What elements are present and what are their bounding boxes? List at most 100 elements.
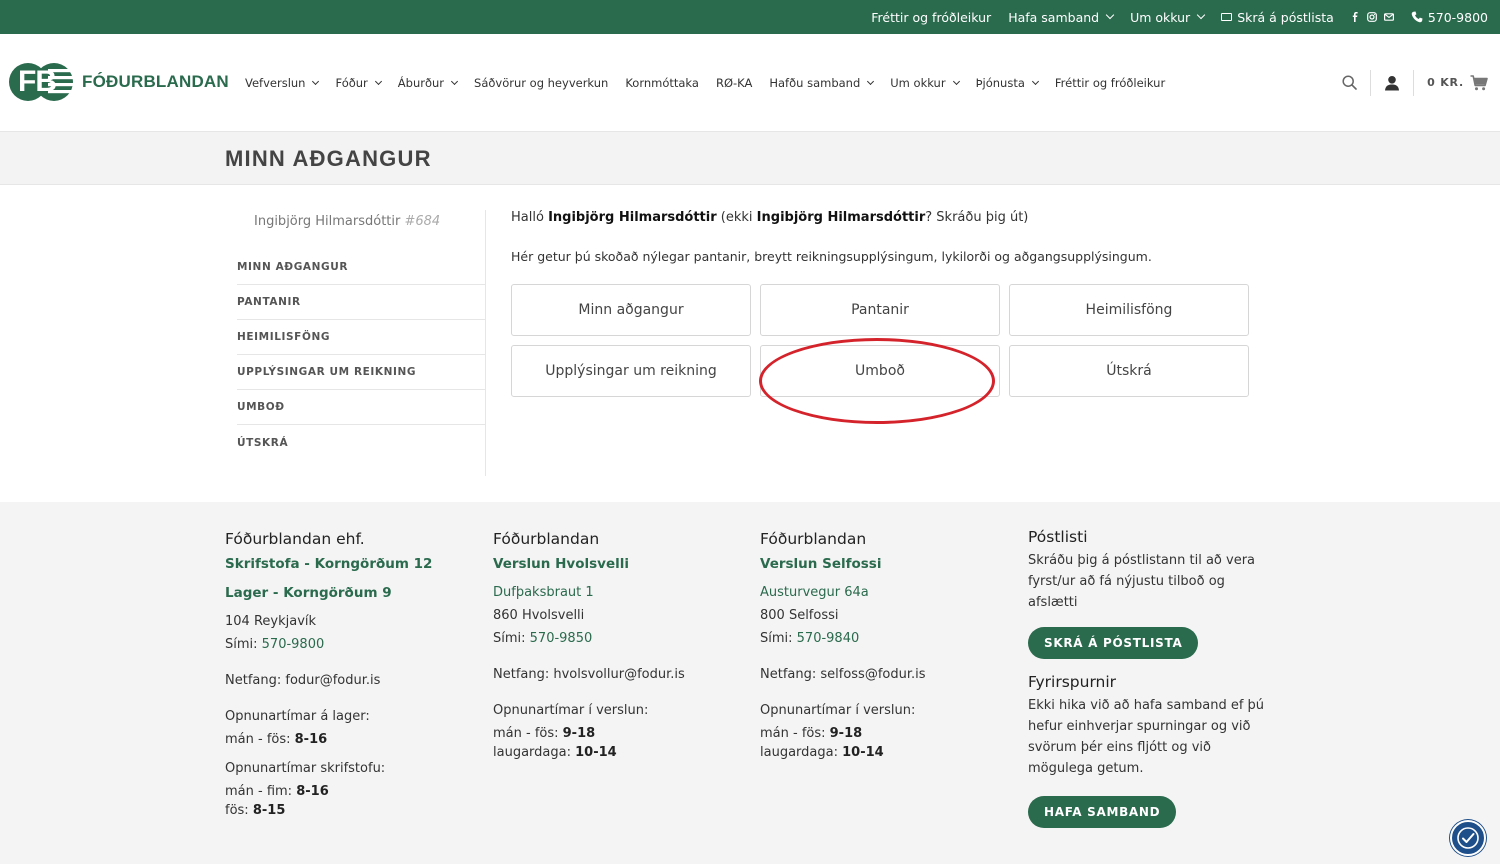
hours-time: 8-16: [294, 732, 328, 747]
nav-item-hafdu-samband[interactable]: Hafðu samband: [769, 76, 875, 90]
page-title-band: MINN AÐGANGUR: [0, 131, 1500, 185]
site-logo[interactable]: FB FÓÐURBLANDAN: [8, 62, 229, 102]
greeting-name: Ingibjörg Hilmarsdóttir: [548, 210, 717, 225]
footer-hours-row: mán - fim: 8-16: [225, 784, 432, 799]
account-description: Hér getur þú skoðað nýlegar pantanir, br…: [511, 249, 1152, 264]
footer-street-link[interactable]: Austurvegur 64a: [760, 585, 926, 600]
footer-street-link[interactable]: Dufþaksbraut 1: [493, 585, 685, 600]
account-content: Halló Ingibjörg Hilmarsdóttir (ekki Ingi…: [511, 210, 1271, 397]
accessibility-button[interactable]: [1450, 820, 1486, 856]
footer-hours-title: Opnunartímar á lager:: [225, 709, 370, 724]
hours-time: 9-18: [562, 726, 596, 741]
nav-item-fodur[interactable]: Fóður: [335, 75, 382, 90]
nav-item-roka[interactable]: RØ-KA: [716, 76, 752, 90]
greeting-name-2: Ingibjörg Hilmarsdóttir: [756, 210, 926, 225]
user-icon[interactable]: [1384, 75, 1400, 91]
hours-days: mán - fim:: [225, 784, 297, 799]
nav-item-aburdur[interactable]: Áburður: [398, 76, 459, 90]
nav-label: Fóður: [335, 75, 368, 90]
footer-phone-label: Sími:: [760, 631, 797, 646]
footer-store-link[interactable]: Verslun Selfossi: [760, 556, 926, 572]
footer-email: Netfang: fodur@fodur.is: [225, 673, 381, 688]
divider: [1413, 69, 1415, 96]
topbar-phone-link[interactable]: 570-9800: [1411, 10, 1488, 25]
sidebar-item-dashboard[interactable]: MINN AÐGANGUR: [237, 250, 485, 285]
nav-item-sadvorur[interactable]: Sáðvörur og heyverkun: [474, 76, 608, 90]
nav-label: Þjónusta: [975, 75, 1025, 90]
logo-letters: FB: [18, 65, 57, 98]
footer-col-hq: Fóðurblandan ehf. Skrifstofa - Korngörðu…: [225, 530, 432, 818]
phone-icon: [1411, 11, 1423, 23]
nav-item-frettir[interactable]: Fréttir og fróðleikur: [1055, 76, 1165, 90]
footer-phone-number[interactable]: 570-9840: [797, 631, 860, 646]
hours-time: 9-18: [829, 726, 863, 741]
envelope-icon: [1221, 13, 1233, 21]
footer-hours-row: laugardaga: 10-14: [493, 745, 685, 760]
hours-days: laugardaga:: [760, 745, 843, 760]
main-nav: Vefverslun Fóður Áburður Sáðvörur og hey…: [245, 34, 1182, 131]
footer-phone-number[interactable]: 570-9800: [262, 637, 325, 652]
footer-phone: Sími: 570-9800: [225, 637, 432, 652]
topbar-about-link[interactable]: Um okkur: [1130, 10, 1206, 25]
hours-time: 10-14: [842, 745, 884, 760]
hours-days: mán - fös:: [225, 732, 295, 747]
newsletter-signup-button[interactable]: SKRÁ Á PÓSTLISTA: [1028, 627, 1199, 659]
sidebar-user-id: #684: [404, 214, 441, 229]
tile-orders[interactable]: Pantanir: [760, 284, 1000, 336]
topbar-contact-link[interactable]: Hafa samband: [1008, 9, 1115, 25]
sidebar-item-account-details[interactable]: UPPLÝSINGAR UM REIKNING: [237, 355, 485, 390]
contact-button[interactable]: HAFA SAMBAND: [1028, 796, 1177, 828]
chevron-down-icon: [312, 77, 320, 85]
sidebar-item-addresses[interactable]: HEIMILISFÖNG: [237, 320, 485, 355]
sidebar-user-name: Ingibjörg Hilmarsdóttir: [254, 214, 401, 229]
tile-account-details[interactable]: Upplýsingar um reikning: [511, 345, 751, 397]
tile-umbod[interactable]: Umboð: [760, 345, 1000, 397]
footer-hours-row: laugardaga: 10-14: [760, 745, 926, 760]
topbar-contact-label: Hafa samband: [1008, 9, 1100, 25]
greeting-prefix: Halló: [511, 210, 549, 225]
instagram-icon[interactable]: [1366, 12, 1377, 22]
nav-item-thjonusta[interactable]: Þjónusta: [975, 75, 1039, 90]
search-icon[interactable]: [1342, 75, 1357, 90]
nav-item-vefverslun[interactable]: Vefverslun: [245, 75, 320, 90]
footer-col-title: Fóðurblandan ehf.: [225, 530, 365, 548]
tile-logout[interactable]: Útskrá: [1009, 345, 1249, 397]
top-bar: Fréttir og fróðleikur Hafa samband Um ok…: [0, 0, 1500, 34]
hours-days: mán - fös:: [493, 726, 563, 741]
footer-office-link[interactable]: Skrifstofa - Korngörðum 12: [225, 556, 432, 572]
nav-item-um-okkur[interactable]: Um okkur: [890, 76, 960, 90]
sidebar-user: Ingibjörg Hilmarsdóttir #684: [225, 214, 485, 250]
tile-dashboard[interactable]: Minn aðgangur: [511, 284, 751, 336]
footer-phone-number[interactable]: 570-9850: [530, 631, 593, 646]
footer-store-link[interactable]: Verslun Hvolsvelli: [493, 556, 685, 572]
nav-label: Vefverslun: [245, 75, 306, 90]
greeting: Halló Ingibjörg Hilmarsdóttir (ekki Ingi…: [511, 210, 1271, 232]
site-footer: Fóðurblandan ehf. Skrifstofa - Korngörðu…: [0, 502, 1500, 864]
footer-col-selfoss: Fóðurblandan Verslun Selfossi Austurvegu…: [760, 530, 926, 760]
envelope-icon[interactable]: [1383, 12, 1394, 22]
sidebar-item-orders[interactable]: PANTANIR: [237, 285, 485, 320]
facebook-icon[interactable]: [1350, 12, 1360, 22]
topbar-newsletter-link[interactable]: Skrá á póstlista: [1221, 10, 1334, 25]
cart-icon[interactable]: [1470, 74, 1488, 91]
main-header: FB FÓÐURBLANDAN Vefverslun Fóður Áburður…: [0, 34, 1500, 131]
footer-col-title: Fóðurblandan: [493, 530, 600, 548]
footer-hours-row: mán - fös: 8-16: [225, 732, 432, 747]
hours-days: mán - fös:: [760, 726, 830, 741]
nav-item-kornmottaka[interactable]: Kornmóttaka: [625, 76, 699, 90]
newsletter-text: Skráðu þig á póstlistann til að vera fyr…: [1028, 553, 1256, 610]
footer-hours-title: Opnunartímar í verslun:: [493, 703, 649, 718]
divider: [1370, 69, 1372, 96]
footer-phone-label: Sími:: [493, 631, 530, 646]
logout-link[interactable]: ? Skráðu þig út): [925, 210, 1028, 225]
chevron-down-icon: [867, 77, 875, 85]
hours-time: 10-14: [575, 745, 617, 760]
tile-addresses[interactable]: Heimilisföng: [1009, 284, 1249, 336]
chevron-down-icon: [374, 77, 382, 85]
cart-total[interactable]: 0 KR.: [1427, 76, 1464, 89]
sidebar-item-umbod[interactable]: UMBOÐ: [237, 390, 485, 425]
footer-warehouse-link[interactable]: Lager - Korngörðum 9: [225, 585, 432, 601]
topbar-news-link[interactable]: Fréttir og fróðleikur: [871, 10, 991, 25]
sidebar-item-logout[interactable]: ÚTSKRÁ: [237, 425, 485, 460]
hours-time: 8-15: [252, 803, 286, 818]
